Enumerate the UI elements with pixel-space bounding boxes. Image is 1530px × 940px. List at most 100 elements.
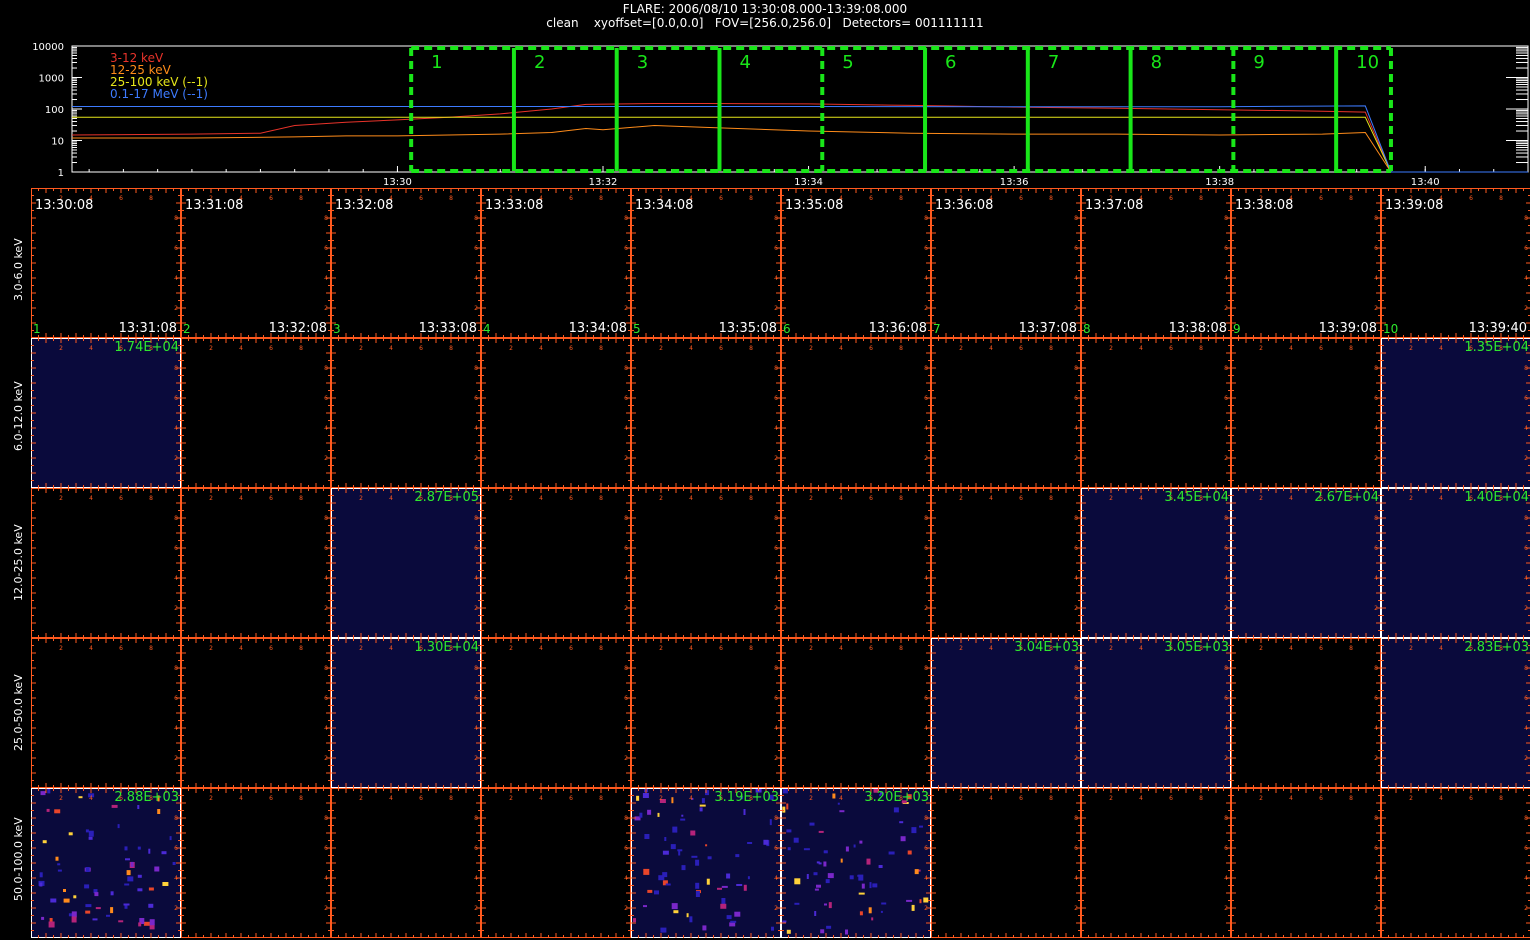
emission-speck [110, 891, 114, 896]
axis-tick-label-y: 4 [1374, 575, 1378, 582]
image-cell: 2 2 4 4 6 6 8 8 2.87E+05 [331, 488, 481, 638]
axis-tick-label-y: 6 [174, 845, 178, 852]
axis-tick-label-y: 6 [924, 395, 928, 402]
axis-tick-label-y: 8 [624, 515, 628, 522]
image-axes: 22446688 [1081, 788, 1231, 938]
axis-tick-label-x: 8 [899, 645, 903, 652]
image-axes: 22446688 [31, 638, 181, 788]
axis-tick-label-y: 2 [1524, 905, 1528, 912]
axis-tick-label-y: 6 [1374, 845, 1378, 852]
image-cell: 2 2 4 4 6 6 8 8 13:38:08 13:39:08 9 [1231, 188, 1381, 338]
image-frame [1081, 488, 1231, 638]
axis-tick-label-x: 2 [209, 345, 213, 352]
emission-speck [686, 913, 689, 918]
axis-tick-label-x: 8 [449, 195, 453, 202]
image-axes: 22446688 [181, 488, 331, 638]
emission-speck [827, 873, 834, 879]
axis-tick-label-x: 8 [1199, 345, 1203, 352]
axis-tick-label-y: 8 [324, 815, 328, 822]
interval-index: 1 [33, 322, 41, 336]
axis-tick-label-x: 6 [719, 195, 723, 202]
axis-tick-label-y: 6 [1074, 395, 1078, 402]
axis-tick-label-x: 4 [389, 795, 393, 802]
axis-tick-label-y: 6 [1224, 245, 1228, 252]
axis-tick-label-x: 4 [389, 345, 393, 352]
axis-tick-label-y: 6 [1074, 695, 1078, 702]
axis-tick-label-y: 8 [1074, 215, 1078, 222]
axis-tick-label-y: 6 [1224, 395, 1228, 402]
axis-tick-label-x: 4 [89, 645, 93, 652]
emission-speck [869, 882, 872, 889]
axis-tick-label-y: 4 [1524, 725, 1528, 732]
axis-tick-label-x: 4 [1439, 495, 1443, 502]
x-tick-label: 13:40 [1411, 177, 1440, 185]
emission-speck [162, 882, 169, 886]
axis-tick-label-x: 4 [539, 795, 543, 802]
axis-tick-label-y: 6 [774, 845, 778, 852]
emission-speck [803, 848, 810, 851]
axis-tick-label-x: 4 [989, 795, 993, 802]
image-axes: 22446688 [1381, 638, 1530, 788]
emission-speck [172, 862, 176, 865]
axis-tick-label-x: 8 [1199, 795, 1203, 802]
x-tick-label: 13:32 [589, 177, 618, 185]
axis-tick-label-y: 4 [474, 425, 478, 432]
image-frame [31, 338, 181, 488]
interval-label: 10 [1356, 52, 1379, 73]
axis-tick-label-y: 2 [1524, 755, 1528, 762]
interval-end-time: 13:33:08 [418, 321, 477, 336]
image-cell: 2 2 4 4 6 6 8 8 3.19E+03 [631, 788, 781, 938]
image-frame [781, 638, 931, 788]
image-axes: 22446688 [781, 338, 931, 488]
axis-tick-label-y: 4 [924, 425, 928, 432]
image-cell: 2 2 4 4 6 6 8 8 13:30:08 13:31:08 1 [31, 188, 181, 338]
image-cell: 2 2 4 4 6 6 8 8 [1231, 788, 1381, 938]
axis-tick-label-y: 2 [774, 305, 778, 312]
interval-label: 7 [1048, 52, 1059, 73]
emission-speck [923, 897, 929, 903]
axis-tick-label-x: 6 [869, 495, 873, 502]
emission-speck [814, 911, 817, 916]
emission-speck [782, 920, 787, 923]
emission-speck [48, 921, 55, 928]
emission-speck [148, 903, 154, 908]
emission-speck [633, 918, 636, 923]
emission-speck [826, 925, 832, 929]
axis-tick-label-y: 2 [474, 905, 478, 912]
emission-speck [786, 803, 789, 810]
axis-tick-label-y: 8 [1524, 515, 1528, 522]
emission-speck [706, 878, 710, 885]
axis-tick-label-y: 2 [324, 755, 328, 762]
emission-speck [123, 903, 130, 906]
image-axes: 22446688 [631, 638, 781, 788]
emission-speck [55, 856, 59, 861]
axis-tick-label-y: 8 [924, 365, 928, 372]
image-cell: 2 2 4 4 6 6 8 8 [31, 488, 181, 638]
axis-tick-label-y: 6 [1374, 395, 1378, 402]
axis-tick-label-y: 4 [1074, 275, 1078, 282]
axis-tick-label-x: 6 [1019, 795, 1023, 802]
axis-tick-label-y: 8 [1374, 815, 1378, 822]
row-energy-label: 6.0-12.0 keV [12, 381, 25, 451]
axis-tick-label-y: 2 [174, 905, 178, 912]
axis-tick-label-x: 2 [959, 345, 963, 352]
emission-speck [717, 887, 722, 890]
interval-index: 5 [633, 322, 641, 336]
axis-tick-label-y: 2 [1074, 605, 1078, 612]
axis-tick-label-y: 2 [624, 905, 628, 912]
image-axes: 22446688 [1081, 638, 1231, 788]
x-tick-label: 13:34 [794, 177, 823, 185]
axis-tick-label-y: 2 [624, 305, 628, 312]
axis-tick-label-x: 4 [1289, 345, 1293, 352]
legend-entry-4: 0.1-17 MeV (--1) [110, 87, 208, 101]
image-max-value: 1.35E+04 [1464, 340, 1529, 355]
axis-tick-label-y: 6 [324, 695, 328, 702]
image-axes: 22446688 [1081, 488, 1231, 638]
interval-label: 2 [534, 52, 545, 73]
axis-tick-label-y: 8 [774, 365, 778, 372]
axis-tick-label-x: 8 [299, 345, 303, 352]
image-axes: 22446688 [181, 788, 331, 938]
emission-speck [126, 870, 131, 876]
image-cell: 2 2 4 4 6 6 8 8 13:34:08 13:35:08 5 [631, 188, 781, 338]
emission-speck [813, 872, 818, 876]
